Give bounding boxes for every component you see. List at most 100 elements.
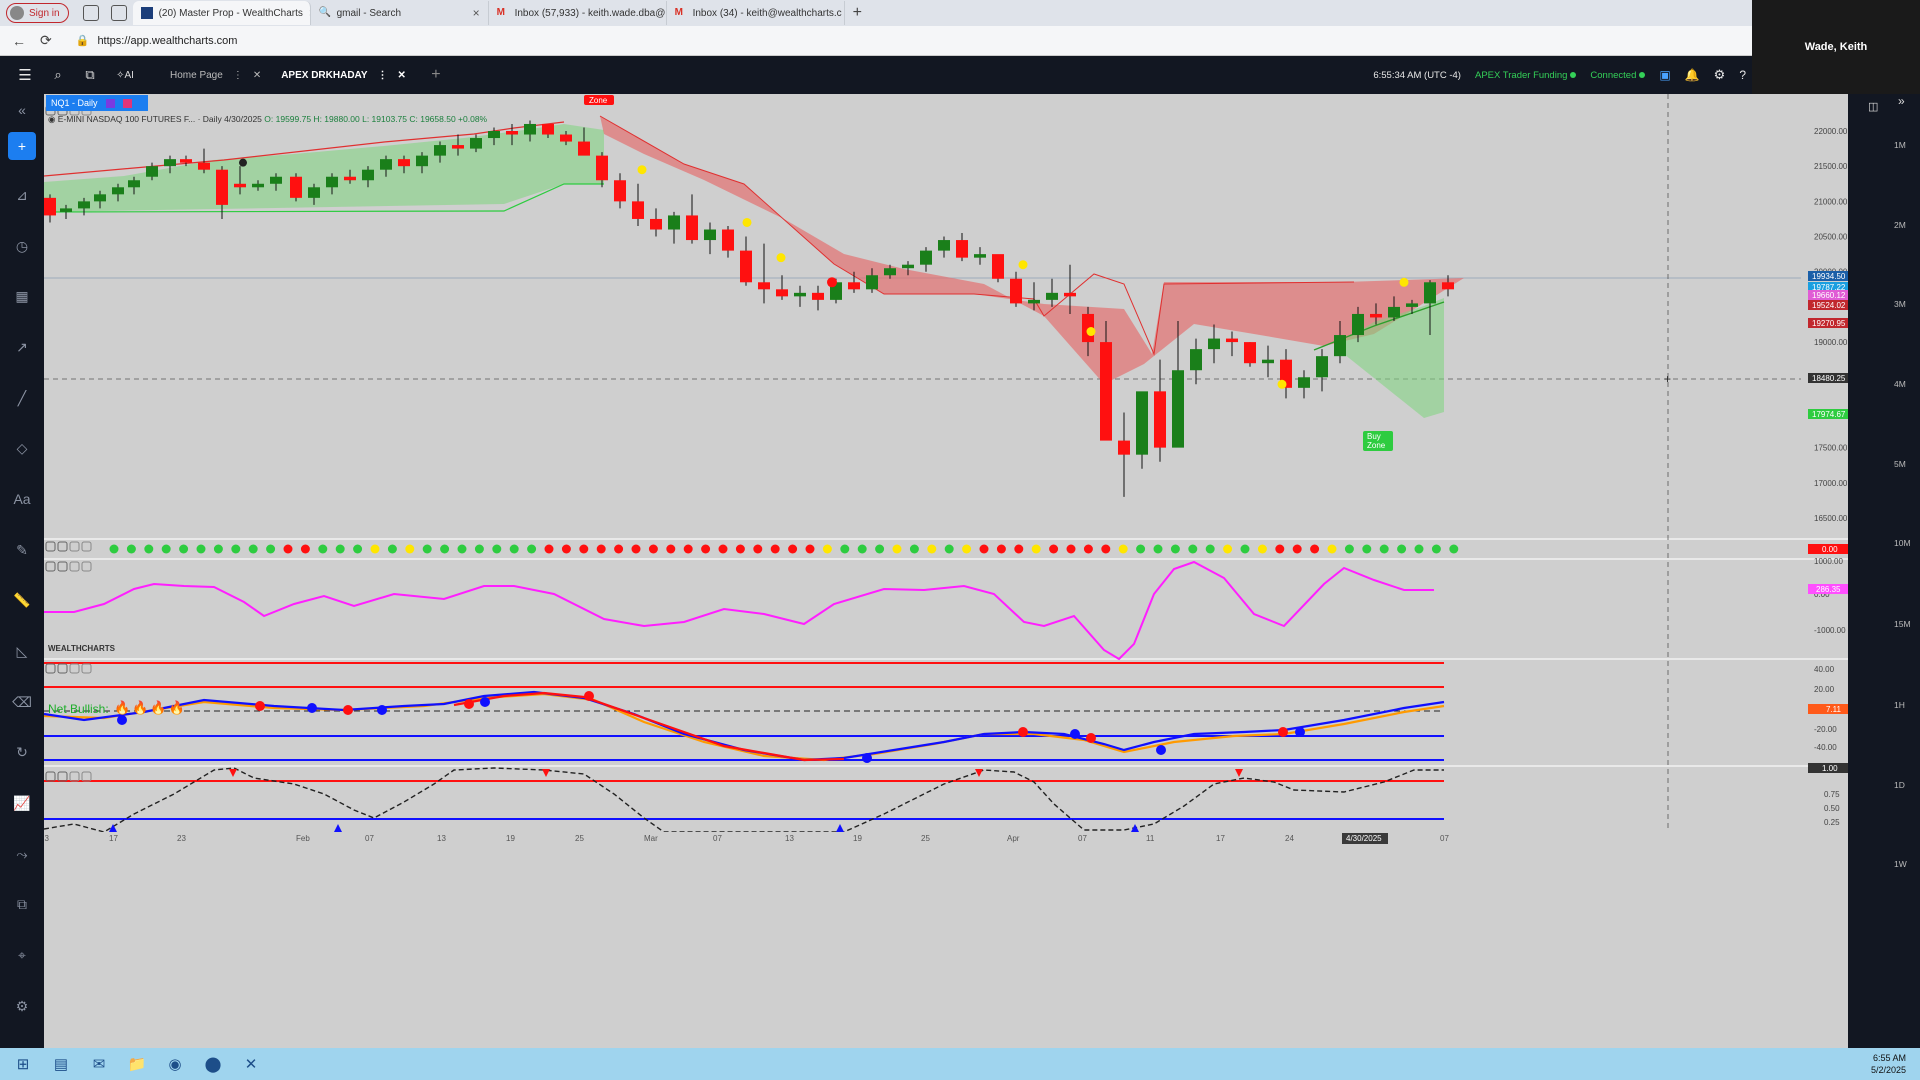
ai-icon[interactable]: ✧AI: [110, 70, 140, 81]
osc2-tick: 20.00: [1814, 685, 1835, 694]
signal-row-dot: [1344, 544, 1354, 554]
close-icon[interactable]: ✕: [253, 70, 261, 81]
price-tick: 16500.00: [1814, 514, 1848, 523]
chart-type-icon[interactable]: ⊿: [7, 170, 37, 221]
candle-body: [902, 264, 914, 269]
clock-icon[interactable]: ◷: [7, 221, 37, 272]
tab-label: Home Page: [170, 69, 223, 81]
signal-dot: [239, 158, 247, 167]
browser-tab-inbox-1[interactable]: MInbox (57,933) - keith.wade.dba@×: [489, 1, 667, 25]
bell-icon[interactable]: 🔔: [1685, 68, 1700, 82]
price-chart[interactable]: ZoneBuyZone+ 0.001000.000.00-1000.00286.…: [44, 94, 1848, 1048]
candle-body: [974, 254, 986, 258]
trading-app-icon[interactable]: ✕: [238, 1052, 264, 1076]
osc3-tick: 0.50: [1824, 804, 1840, 813]
measure-icon[interactable]: ◺: [7, 626, 37, 677]
indicator-icon[interactable]: 📈: [7, 778, 37, 829]
url-field[interactable]: 🔒 https://app.wealthcharts.com: [76, 34, 238, 48]
x-tick: 13: [785, 834, 794, 843]
price-label: 19524.02: [1812, 301, 1846, 310]
signal-row-dot: [440, 544, 450, 554]
expand-icon[interactable]: »: [1898, 94, 1905, 108]
chart-area[interactable]: Zone Buy Zone + 0.00 1000.00 0.00 -1000.00 286.…: [44, 94, 1848, 1048]
hamburger-menu-icon[interactable]: ☰: [12, 66, 38, 84]
price-label: 17974.67: [1812, 410, 1846, 419]
signal-dot: [1277, 379, 1287, 389]
candle-body: [1334, 335, 1346, 357]
settings-icon[interactable]: ⚙: [7, 981, 37, 1032]
windows-start-icon[interactable]: ⊞: [10, 1052, 36, 1076]
tab-apex-drkhaday[interactable]: APEX DRKHADAY ⋮ ✕: [271, 70, 416, 81]
layouts-icon[interactable]: ⧉: [78, 67, 102, 83]
color-square-icon[interactable]: [105, 98, 115, 108]
file-explorer-icon[interactable]: ▤: [48, 1052, 74, 1076]
help-icon[interactable]: ?: [1739, 68, 1746, 82]
candle-body: [1424, 282, 1436, 304]
osc2-value: 7.11: [1826, 705, 1842, 714]
signal-row-dot: [457, 544, 467, 554]
pane-control-icon: [45, 771, 56, 782]
chrome-icon[interactable]: ◉: [162, 1052, 188, 1076]
add-tab-icon[interactable]: +: [424, 66, 448, 84]
browser-tab-inbox-2[interactable]: MInbox (34) - keith@wealthcharts.c×: [667, 1, 845, 25]
new-tab-button[interactable]: +: [853, 4, 862, 22]
close-icon[interactable]: ×: [473, 6, 480, 20]
x-tick: 13: [44, 834, 49, 843]
legend-date: 4/30/2025: [224, 114, 262, 124]
layers-icon[interactable]: ⧉: [7, 880, 37, 931]
calendar-icon[interactable]: ▦: [7, 271, 37, 322]
trend-icon[interactable]: ↗: [7, 322, 37, 373]
maps-icon[interactable]: ⬤: [200, 1052, 226, 1076]
workspaces-icon[interactable]: [82, 5, 99, 21]
oscillator-2-red-line: [453, 691, 845, 762]
candle-body: [112, 187, 124, 195]
folder-icon[interactable]: 📁: [124, 1052, 150, 1076]
signal-row-dot: [701, 544, 711, 554]
reload-icon[interactable]: ⟳: [40, 32, 52, 49]
kebab-icon[interactable]: ⋮: [233, 70, 243, 81]
text-tool-icon[interactable]: Aa: [7, 474, 37, 525]
sell-arrow: [542, 769, 550, 777]
account-status[interactable]: APEX Trader Funding: [1475, 70, 1577, 81]
search-icon[interactable]: ⌕: [46, 67, 70, 83]
pane-control-icon: [45, 663, 56, 674]
tab-actions-icon[interactable]: [110, 5, 127, 21]
price-tick: 17500.00: [1814, 444, 1848, 453]
signal-row-dot: [718, 544, 728, 554]
kebab-icon[interactable]: ⋮: [378, 70, 388, 81]
close-icon[interactable]: ✕: [398, 70, 406, 81]
line-tool-icon[interactable]: ╱: [7, 373, 37, 424]
candle-body: [434, 145, 446, 156]
collapse-icon[interactable]: «: [7, 98, 37, 122]
osc3-tick: 0.25: [1824, 818, 1840, 827]
add-tool-button[interactable]: +: [8, 132, 36, 160]
system-clock[interactable]: 6:55 AM 5/2/2025: [1871, 1052, 1906, 1076]
connection-label: Connected: [1590, 69, 1637, 81]
gear-icon[interactable]: ⚙: [1714, 67, 1726, 83]
browser-tab-wealthcharts[interactable]: (20) Master Prop - WealthCharts×: [132, 1, 311, 25]
volume-tick: 1M: [1894, 140, 1906, 150]
signal-row-dot: [1275, 544, 1285, 554]
sign-in-button[interactable]: Sign in: [6, 3, 69, 23]
crosshair-icon[interactable]: ⌖: [7, 930, 37, 981]
eraser-icon[interactable]: ⌫: [7, 677, 37, 728]
candle-body: [740, 250, 752, 283]
x-tick: 25: [921, 834, 930, 843]
save-icon[interactable]: ▣: [1659, 68, 1670, 82]
ruler-icon[interactable]: 📏: [7, 576, 37, 627]
app-icon[interactable]: ✉: [86, 1052, 112, 1076]
back-icon[interactable]: ←: [12, 33, 26, 49]
candle-body: [344, 176, 356, 181]
browser-tab-gmail-search[interactable]: 🔍 gmail - Search ×: [311, 1, 489, 25]
tab-home-page[interactable]: Home Page ⋮ ✕: [160, 70, 271, 81]
color-square-icon[interactable]: [122, 98, 132, 108]
strategy-icon[interactable]: ⤳: [7, 829, 37, 880]
symbol-badge[interactable]: NQ1 - Daily: [46, 95, 148, 111]
pencil-icon[interactable]: ✎: [7, 525, 37, 576]
rotate-icon[interactable]: ↻: [7, 728, 37, 779]
panel-icon[interactable]: ◫: [1868, 100, 1878, 113]
sell-arrow: [229, 769, 237, 777]
shapes-icon[interactable]: ◇: [7, 423, 37, 474]
cross-dot: [307, 703, 317, 713]
clock-time: 6:55:34 AM (UTC -4): [1373, 70, 1461, 81]
